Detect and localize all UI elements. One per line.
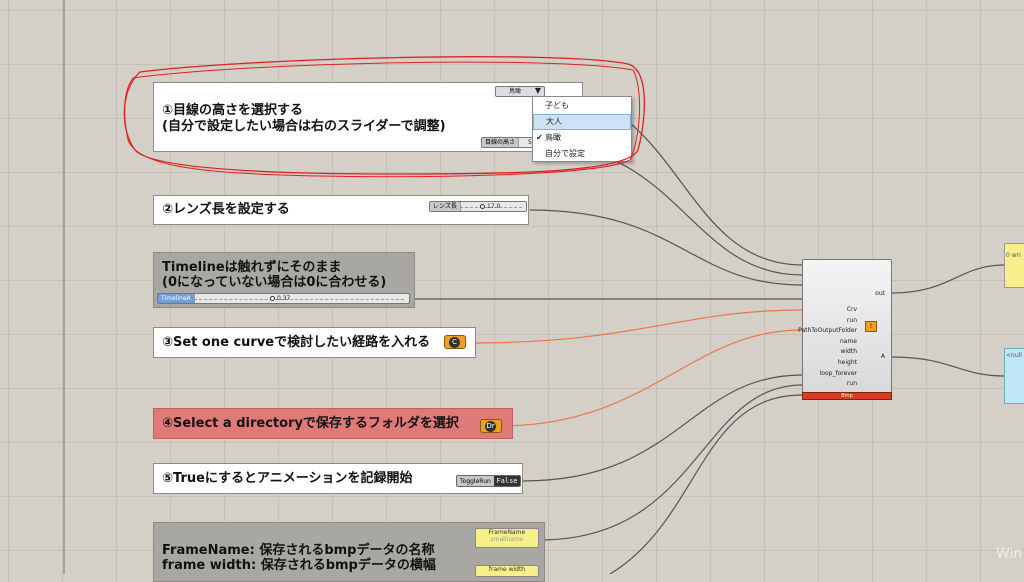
output-a[interactable]: A	[881, 353, 885, 360]
directory-line1: ④Select a directoryで保存するフォルダを選択	[162, 416, 459, 431]
input-run-2[interactable]: run	[847, 380, 857, 387]
input-width[interactable]: width	[840, 348, 857, 355]
timeline-slider-value: 0.37	[277, 295, 291, 302]
curve-panel: ③Set one curveで検討したい経路を入れる	[153, 327, 476, 358]
input-name[interactable]: name	[840, 338, 857, 345]
output-panel-blue-text: <null	[1006, 352, 1022, 359]
warning-icon: !	[865, 321, 877, 332]
timeline-slider[interactable]: TimelineA 0.37	[157, 293, 410, 304]
frame-name-value: smallname	[490, 536, 524, 543]
input-crv[interactable]: Crv	[847, 306, 857, 313]
timeline-slider-knob[interactable]	[270, 296, 275, 301]
directory-param[interactable]: Dr	[480, 419, 502, 433]
frame-name-node[interactable]: FrameName smallname	[475, 528, 539, 548]
lens-slider-label: レンズ長	[430, 202, 461, 211]
input-path-output[interactable]: PathToOutputFolder	[798, 327, 857, 334]
frame-width-label: frame width	[488, 566, 526, 573]
toggle-run[interactable]: ToggleRun False	[456, 475, 521, 487]
input-run[interactable]: run	[847, 317, 857, 324]
lens-line1: ②レンズ長を設定する	[162, 202, 290, 217]
frame-info-line1: FrameName: 保存されるbmpデータの名称	[162, 543, 435, 558]
directory-panel: ④Select a directoryで保存するフォルダを選択	[153, 408, 513, 439]
toggle-label: ToggleRun	[460, 478, 491, 485]
lens-slider[interactable]: レンズ長 17.0	[429, 201, 527, 212]
curve-param-icon: C	[449, 337, 460, 348]
record-line1: ⑤Trueにするとアニメーションを記録開始	[162, 471, 413, 486]
frame-info-line2: frame width: 保存されるbmpデータの横幅	[162, 558, 436, 573]
frame-width-node[interactable]: frame width	[475, 565, 539, 577]
toggle-value[interactable]: False	[494, 476, 520, 486]
curve-param[interactable]: C	[444, 335, 466, 349]
input-loop-forever[interactable]: loop_forever	[820, 370, 857, 377]
windows-watermark: Win	[996, 546, 1023, 562]
output-out[interactable]: out	[875, 290, 885, 297]
lens-slider-knob[interactable]	[480, 204, 485, 209]
output-panel-yellow[interactable]	[1004, 243, 1024, 288]
bmp-export-component[interactable]: Crv run PathToOutputFolder name width he…	[798, 259, 892, 399]
curve-line1: ③Set one curveで検討したい経路を入れる	[162, 335, 431, 350]
timeline-line1: Timelineは触れずにそのまま	[162, 260, 342, 275]
component-footer: Bmp	[802, 392, 892, 400]
frame-name-label: FrameName	[488, 529, 526, 536]
input-height[interactable]: height	[838, 359, 857, 366]
lens-slider-value: 17.0	[487, 203, 501, 210]
directory-param-icon: Dr	[485, 421, 496, 432]
timeline-line2: (0になっていない場合は0に合わせる)	[162, 275, 387, 290]
timeline-slider-label: TimelineA	[158, 294, 195, 303]
output-panel-yellow-text: 0 wri	[1006, 252, 1021, 259]
